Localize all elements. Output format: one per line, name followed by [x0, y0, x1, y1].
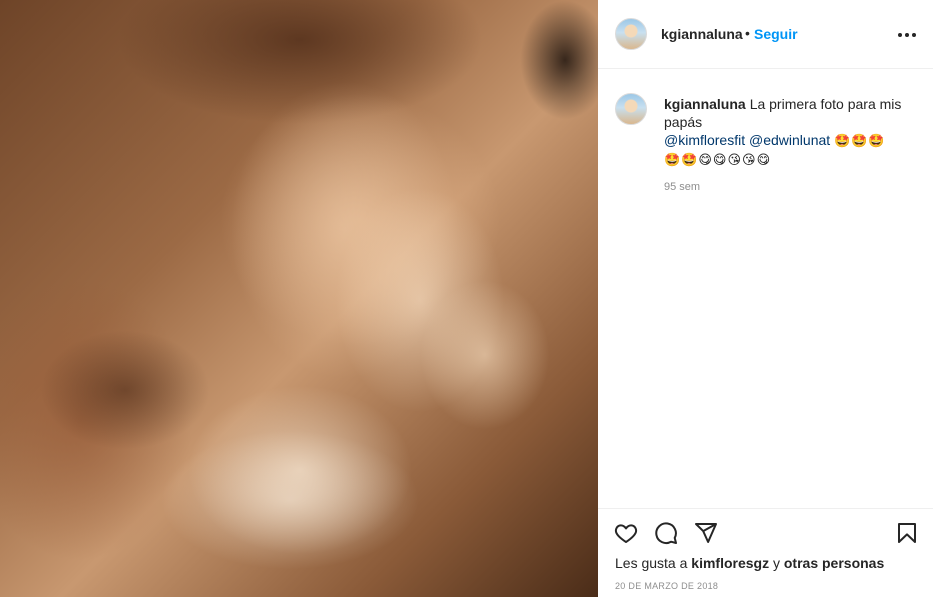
likes-prefix: Les gusta a: [615, 555, 688, 571]
liker-username[interactable]: kimfloresgz: [691, 555, 769, 571]
caption-username[interactable]: kgiannaluna: [664, 96, 746, 112]
others-link[interactable]: otras personas: [784, 555, 884, 571]
more-options-icon[interactable]: [898, 25, 918, 43]
caption-block: kgiannaluna La primera foto para mis papá…: [598, 68, 933, 508]
photo-dark-corner: [520, 0, 598, 120]
mention-link[interactable]: @edwinlunat: [749, 132, 830, 148]
photo-highlight-hand: [420, 280, 550, 430]
mention-link[interactable]: @kimfloresfit: [664, 132, 745, 148]
comment-icon[interactable]: [654, 521, 678, 545]
caption-avatar[interactable]: [615, 93, 647, 125]
post-header: kgiannaluna • Seguir: [598, 0, 933, 69]
post-date[interactable]: 20 DE MARZO DE 2018: [615, 581, 718, 591]
caption-emojis: 🤩🤩🤩: [834, 133, 886, 148]
header-username[interactable]: kgiannaluna: [661, 26, 743, 42]
photo-highlight-lower: [160, 430, 420, 570]
post-actions: Les gusta a kimfloresgz y otras personas…: [598, 508, 933, 598]
separator-dot: •: [745, 25, 750, 41]
share-icon[interactable]: [694, 521, 718, 545]
heart-icon[interactable]: [614, 521, 638, 545]
follow-button[interactable]: Seguir: [754, 26, 798, 42]
caption-text: kgiannaluna La primera foto para mis papá…: [664, 95, 914, 169]
likes-summary: Les gusta a kimfloresgz y otras personas: [615, 555, 884, 571]
caption-emojis: 🤩🤩😋😋😘😘😋: [664, 152, 772, 167]
post-age[interactable]: 95 sem: [664, 181, 700, 193]
avatar[interactable]: [615, 18, 647, 50]
likes-conj: y: [772, 555, 780, 571]
post-side-panel: kgiannaluna • Seguir kgiannaluna La prime…: [598, 0, 933, 597]
photo-shadow: [40, 330, 210, 450]
post-photo: [0, 0, 598, 597]
bookmark-icon[interactable]: [895, 521, 919, 545]
